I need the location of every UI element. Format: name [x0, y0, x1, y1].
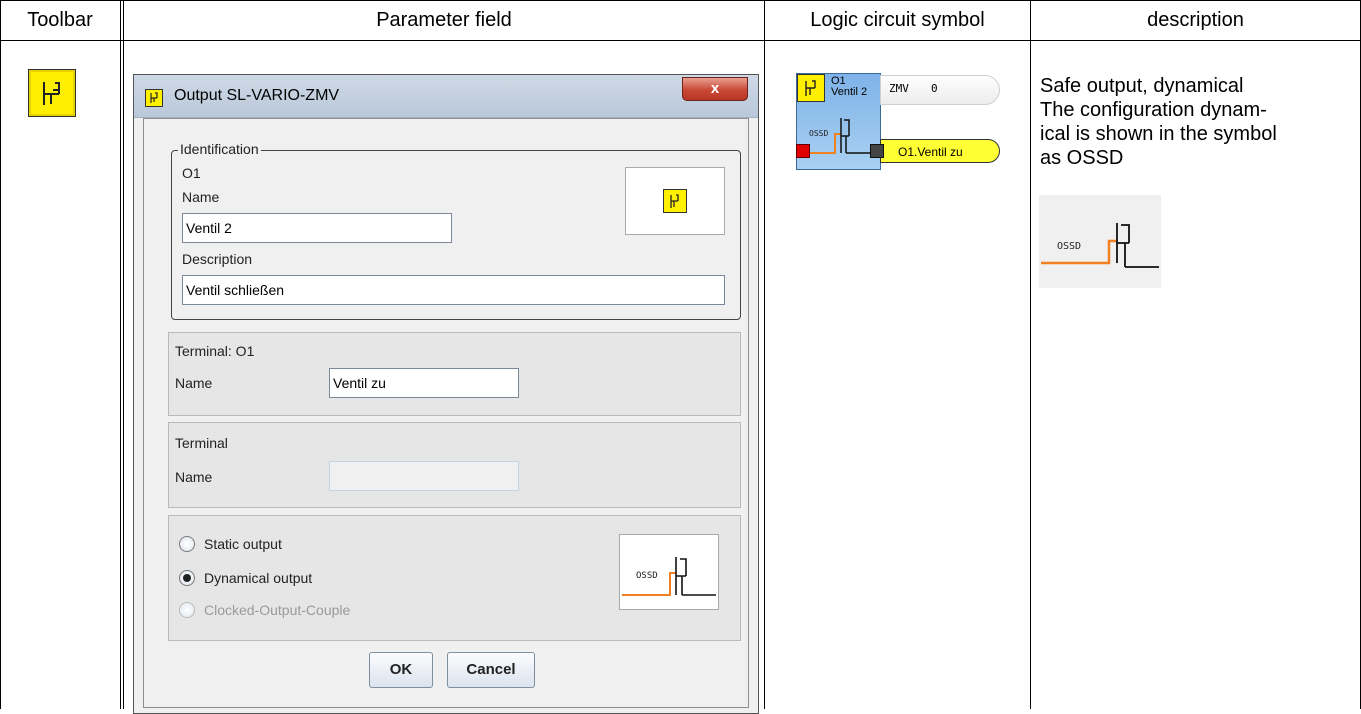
- clocked-output-couple-label: Clocked-Output-Couple: [204, 602, 351, 618]
- output-switch-icon: [663, 189, 687, 213]
- name-input[interactable]: [182, 213, 452, 243]
- description-label: Description: [182, 251, 253, 267]
- output-switch-icon[interactable]: [28, 69, 76, 117]
- header-toolbar: Toolbar: [27, 9, 93, 31]
- table-border: [0, 0, 1361, 1]
- table-border: [120, 0, 121, 709]
- svg-text:OSSD: OSSD: [1057, 241, 1081, 252]
- zmv-value-field: ZMV 0: [880, 75, 1000, 105]
- terminal-o1-panel: Terminal: O1 Name: [168, 332, 741, 416]
- dialog-titlebar[interactable]: Output SL-VARIO-ZMV x: [134, 75, 758, 118]
- output-terminal[interactable]: O1.Ventil zu: [880, 139, 1000, 163]
- table-border: [1030, 0, 1031, 709]
- terminal-o1-title: Terminal: O1: [175, 343, 255, 359]
- table-border: [0, 0, 1, 709]
- static-output-radio[interactable]: [179, 536, 195, 552]
- terminal-name-input[interactable]: [329, 461, 519, 491]
- ossd-switch-icon: OSSD: [622, 557, 716, 596]
- header-parameter-field: Parameter field: [376, 9, 512, 31]
- output-terminal-label: O1.Ventil zu: [898, 145, 963, 159]
- output-mode-panel: Static output Dynamical output Clocked-O…: [168, 515, 741, 641]
- description-input[interactable]: [182, 275, 725, 305]
- ossd-switch-icon: OSSD: [1041, 223, 1159, 268]
- ossd-switch-icon: OSSD: [799, 118, 879, 154]
- input-connector[interactable]: [796, 144, 810, 158]
- logic-block-id: O1 Ventil 2: [831, 75, 868, 98]
- description-line: Safe output, dynamical: [1040, 75, 1244, 97]
- terminal-name-label: Name: [175, 469, 213, 485]
- dialog-body: Identification O1 Name Description Termi…: [143, 118, 749, 708]
- dynamical-output-label: Dynamical output: [204, 570, 313, 586]
- description-line: as OSSD: [1040, 147, 1124, 169]
- terminal-panel: Terminal Name: [168, 422, 741, 508]
- output-connector[interactable]: [870, 144, 884, 158]
- terminal-title: Terminal: [175, 435, 228, 451]
- close-button[interactable]: x: [682, 77, 748, 101]
- name-label: Name: [182, 189, 220, 205]
- description-line: The configuration dynam-: [1040, 99, 1267, 121]
- ossd-preview: OSSD: [619, 534, 719, 610]
- clocked-output-couple-radio[interactable]: [179, 602, 195, 618]
- zmv-label: ZMV: [889, 82, 909, 95]
- output-dialog: Output SL-VARIO-ZMV x Identification O1 …: [133, 74, 759, 714]
- header-logic-circuit-symbol: Logic circuit symbol: [810, 9, 985, 31]
- table-border: [0, 40, 1361, 41]
- dialog-title: Output SL-VARIO-ZMV: [174, 87, 340, 104]
- identification-legend: Identification: [178, 141, 261, 157]
- ok-button[interactable]: OK: [369, 652, 433, 688]
- dynamical-output-radio[interactable]: [179, 570, 195, 586]
- svg-text:OSSD: OSSD: [809, 129, 828, 138]
- output-switch-icon: [145, 89, 163, 107]
- identification-group: Identification O1 Name Description: [171, 141, 741, 320]
- close-icon: x: [710, 80, 720, 97]
- zmv-value: 0: [931, 82, 938, 95]
- svg-text:OSSD: OSSD: [636, 571, 658, 581]
- terminal-o1-name-input[interactable]: [329, 368, 519, 398]
- table-border: [764, 0, 765, 709]
- header-description: description: [1147, 9, 1244, 31]
- static-output-label: Static output: [204, 536, 282, 552]
- terminal-o1-name-label: Name: [175, 375, 213, 391]
- table-border: [123, 0, 124, 709]
- cancel-button[interactable]: Cancel: [447, 652, 535, 688]
- output-switch-icon: [797, 74, 825, 102]
- symbol-preview: [625, 167, 725, 235]
- output-id: O1: [182, 165, 201, 181]
- ossd-symbol-image: OSSD: [1039, 195, 1161, 288]
- description-line: ical is shown in the symbol: [1040, 123, 1277, 145]
- description-text: Safe output, dynamical The configuration…: [1040, 74, 1358, 170]
